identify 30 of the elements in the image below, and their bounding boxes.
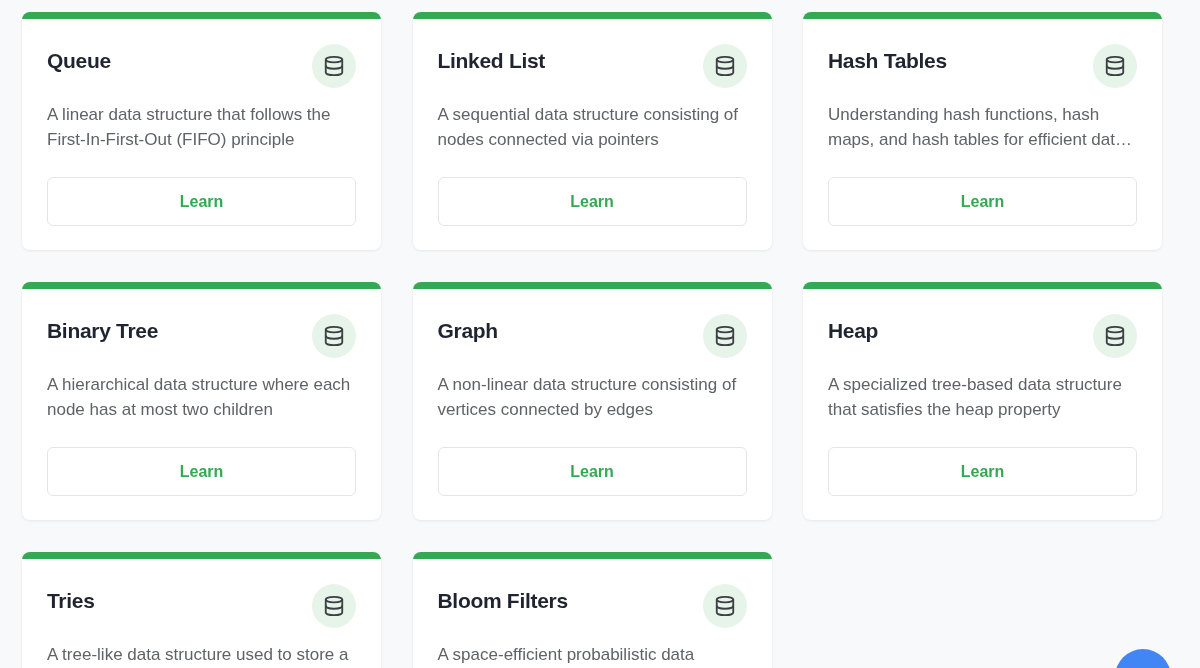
learn-button[interactable]: Learn: [47, 177, 356, 226]
card-description: Understanding hash functions, hash maps, and hash tables for efficient dat…: [828, 104, 1133, 151]
database-icon: [702, 44, 747, 88]
card-title: Binary Tree: [47, 318, 159, 344]
database-icon: [312, 44, 356, 88]
card-description: A space-efficient probabilistic data: [437, 644, 696, 666]
card-description: A specialized tree-based data structure that satisfies the heap property: [828, 374, 1123, 421]
card-title: Graph: [437, 318, 498, 344]
learn-button[interactable]: Learn: [828, 177, 1137, 226]
learn-button[interactable]: Learn: [828, 447, 1137, 496]
card-title: Linked List: [437, 48, 546, 74]
card-description: A hierarchical data structure where each node has at most two children: [47, 374, 352, 421]
card-title: Hash Tables: [828, 48, 947, 74]
card-title: Queue: [47, 48, 111, 74]
database-icon: [312, 584, 356, 628]
database-icon: [312, 314, 356, 358]
card-description: A non-linear data structure consisting of vertices connected by edges: [437, 374, 738, 421]
database-icon: [1093, 314, 1137, 358]
learn-button[interactable]: Learn: [437, 177, 747, 226]
card-description: A linear data structure that follows the First-In-First-Out (FIFO) principle: [47, 104, 332, 151]
database-icon: [1093, 44, 1137, 88]
database-icon: [702, 584, 747, 628]
learn-button[interactable]: Learn: [437, 447, 747, 496]
card-title: Heap: [828, 318, 879, 344]
database-icon: [702, 314, 747, 358]
card-title: Bloom Filters: [437, 588, 568, 614]
learn-button[interactable]: Learn: [47, 447, 356, 496]
card-description: A tree-like data structure used to store a: [47, 644, 350, 666]
card-description: A sequential data structure consisting of nodes connected via pointers: [437, 104, 739, 151]
card-title: Tries: [47, 588, 95, 614]
